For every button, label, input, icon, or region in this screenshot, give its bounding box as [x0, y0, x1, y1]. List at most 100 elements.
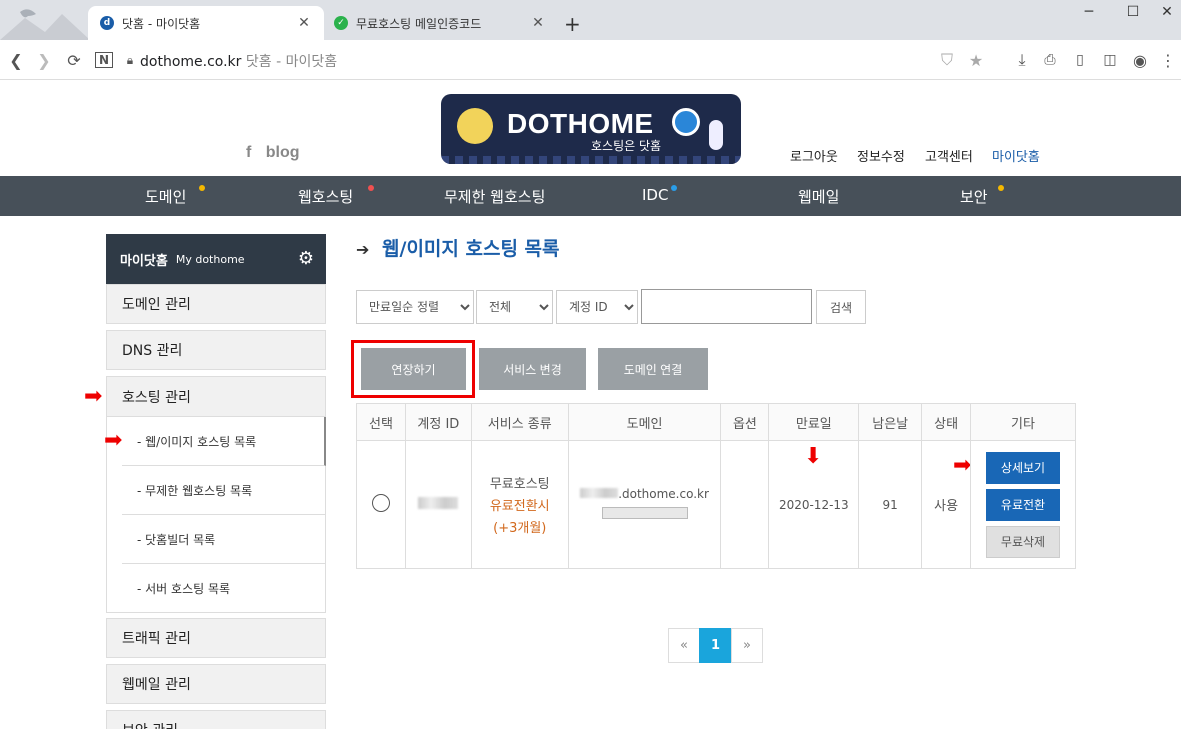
forward-icon[interactable]: ❯ [32, 48, 56, 72]
minimize-icon[interactable]: ─ [1066, 4, 1112, 20]
service-note: 유료전환시 [489, 499, 550, 514]
nav-security[interactable]: 보안 [960, 185, 1004, 207]
detail-button[interactable]: 상세보기 [986, 451, 1061, 484]
sidebar-subtitle: My dothome [175, 252, 245, 266]
new-tab-button[interactable]: + [564, 12, 581, 36]
annotation-arrow-icon: ➡ [104, 428, 123, 453]
annotation-arrow-icon: ➡ [84, 384, 103, 409]
shield-icon[interactable]: ⛉ [935, 48, 959, 72]
address-bar[interactable]: dothome.co.kr 닷홈 - 마이닷홈 [140, 51, 337, 71]
column-header: 만료일 [768, 403, 860, 441]
facebook-icon[interactable]: f [246, 144, 251, 161]
nav-domain[interactable]: 도메인 [145, 185, 205, 207]
sidebar-subitem-builder[interactable]: - 닷홈빌더 목록 [122, 515, 326, 564]
service-note-extra: (+3개월) [493, 521, 547, 536]
sidebar-subitem-web-image[interactable]: - 웹/이미지 호스팅 목록 [122, 417, 326, 466]
social-links: f blog [246, 144, 300, 162]
main-navigation: 도메인 웹호스팅 무제한 웹호스팅 IDC 웹메일 보안 [0, 176, 1181, 216]
logo-slogan: 호스팅은 닷홈 [591, 139, 662, 153]
status-dot [199, 185, 205, 191]
connect-domain-button[interactable]: 도메인 연결 [598, 348, 708, 390]
nav-label: 보안 [960, 188, 988, 206]
url-domain: dothome.co.kr [140, 54, 242, 70]
moon-icon [457, 108, 493, 144]
search-button[interactable]: 검색 [816, 290, 866, 324]
profile-icon[interactable]: ◉ [1128, 48, 1152, 72]
edit-info-link[interactable]: 정보수정 [857, 146, 905, 165]
twitter-bird-decoration [0, 0, 90, 40]
download-icon[interactable]: ⤓ [1010, 48, 1034, 72]
sidebar-item-webmail[interactable]: 웹메일 관리 [106, 664, 326, 704]
dothome-favicon-icon: d [100, 16, 114, 30]
logout-link[interactable]: 로그아웃 [790, 146, 838, 165]
dothome-logo[interactable]: DOTHOME 호스팅은 닷홈 [441, 94, 741, 164]
column-header: 남은날 [858, 403, 923, 441]
bookmark-star-icon[interactable]: ★ [964, 48, 988, 72]
sidebar-item-dns[interactable]: DNS 관리 [106, 330, 326, 370]
sidebar-item-security[interactable]: 보안 관리 [106, 710, 326, 729]
blurred-ip [601, 507, 688, 519]
sidebar-item-domain[interactable]: 도메인 관리 [106, 284, 326, 324]
blog-link[interactable]: blog [266, 144, 300, 161]
reader-icon[interactable]: ▯ [1068, 48, 1092, 72]
close-tab-icon[interactable]: ✕ [530, 15, 546, 31]
renew-button[interactable]: 연장하기 [361, 348, 466, 390]
sort-select[interactable]: 만료일순 정렬 [356, 290, 474, 324]
mydothome-link[interactable]: 마이닷홈 [992, 146, 1040, 165]
sidebar-item-traffic[interactable]: 트래픽 관리 [106, 618, 326, 658]
tab-mail-code[interactable]: ✓ 무료호스팅 메일인증코드 ✕ [322, 6, 558, 40]
change-service-button[interactable]: 서비스 변경 [479, 348, 586, 390]
sidebar-header: 마이닷홈 My dothome ⚙ [106, 234, 326, 284]
logo-pattern [441, 156, 741, 164]
expire-cell: 2020-12-13 [768, 440, 860, 569]
dothome-d-icon [672, 108, 700, 136]
nav-label: 웹메일 [798, 188, 840, 206]
scope-select[interactable]: 전체 [476, 290, 553, 324]
logo-text: DOTHOME [507, 108, 654, 139]
camera-icon[interactable]: ⎙ [1038, 48, 1062, 72]
pagination-prev[interactable]: « [668, 628, 700, 663]
tab-title: 무료호스팅 메일인증코드 [356, 16, 482, 31]
domain-text: .dothome.co.kr [618, 487, 709, 501]
sidebar-subitem-unlimited[interactable]: - 무제한 웹호스팅 목록 [122, 466, 326, 515]
sidebar-hosting-group: 호스팅 관리 - 웹/이미지 호스팅 목록 - 무제한 웹호스팅 목록 - 닷홈… [106, 376, 326, 613]
tab-title: 닷홈 - 마이닷홈 [122, 16, 201, 31]
column-header: 선택 [356, 403, 406, 441]
nav-unlimited-webhosting[interactable]: 무제한 웹호스팅 [444, 186, 545, 207]
naver-icon[interactable]: N [92, 48, 116, 72]
lock-icon[interactable]: 🔒︎ [118, 48, 142, 72]
pagination-next[interactable]: » [731, 628, 763, 663]
menu-icon[interactable]: ⋮ [1156, 48, 1180, 72]
nav-webmail[interactable]: 웹메일 [798, 186, 839, 207]
column-header: 서비스 종류 [470, 403, 569, 441]
support-link[interactable]: 고객센터 [925, 146, 973, 165]
sidebar-icon[interactable]: ◫ [1098, 48, 1122, 72]
status-dot [998, 185, 1004, 191]
hosting-table: 선택 계정 ID 서비스 종류 도메인 옵션 만료일 남은날 상태 기타 무료호… [356, 403, 1076, 569]
column-header: 상태 [921, 403, 972, 441]
gear-icon[interactable]: ⚙ [298, 248, 314, 269]
nav-label: 도메인 [145, 188, 187, 206]
pagination-current[interactable]: 1 [699, 628, 732, 663]
paid-convert-button[interactable]: 유료전환 [986, 488, 1061, 521]
tab-mydothome[interactable]: d 닷홈 - 마이닷홈 ✕ [88, 6, 324, 40]
column-header: 옵션 [720, 403, 770, 441]
search-input[interactable] [641, 289, 812, 324]
reload-icon[interactable]: ⟳ [62, 48, 86, 72]
nav-webhosting[interactable]: 웹호스팅 [298, 185, 374, 207]
browser-toolbar: ❮ ❯ ⟳ N 🔒︎ dothome.co.kr 닷홈 - 마이닷홈 ⛉ ★ ⤓… [0, 40, 1181, 80]
row-select-radio[interactable] [371, 493, 390, 512]
sidebar-subitem-server[interactable]: - 서버 호스팅 목록 [122, 564, 326, 613]
back-icon[interactable]: ❮ [4, 48, 28, 72]
sidebar-item-hosting[interactable]: 호스팅 관리 [107, 377, 325, 417]
close-tab-icon[interactable]: ✕ [296, 15, 312, 31]
mail-favicon-icon: ✓ [334, 16, 348, 30]
url-title: 닷홈 - 마이닷홈 [245, 54, 338, 70]
field-select[interactable]: 계정 ID [556, 290, 638, 324]
service-type: 무료호스팅 [489, 477, 550, 492]
status-cell: 사용 [921, 440, 972, 569]
nav-idc[interactable]: IDC [642, 185, 677, 204]
free-delete-button[interactable]: 무료삭제 [986, 525, 1061, 558]
table-header-row: 선택 계정 ID 서비스 종류 도메인 옵션 만료일 남은날 상태 기타 [356, 403, 1076, 441]
close-window-icon[interactable]: ✕ [1144, 4, 1181, 20]
